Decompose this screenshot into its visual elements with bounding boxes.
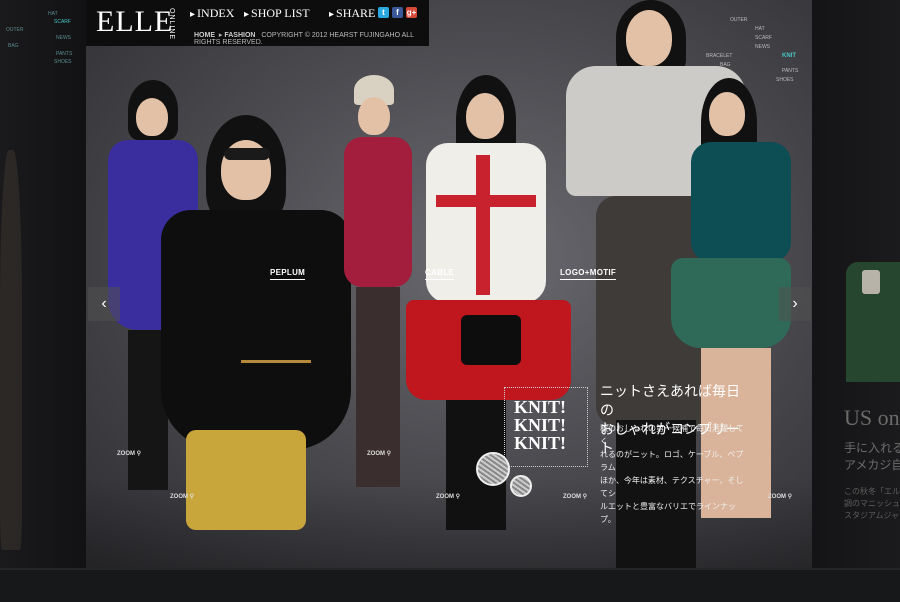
chevron-right-icon: ▸: [244, 9, 250, 20]
zoom-label: ZOOM: [170, 494, 188, 500]
zoom-button[interactable]: ZOOM ⚲: [563, 493, 587, 500]
zoom-button[interactable]: ZOOM ⚲: [117, 450, 141, 457]
yarn-ball-icon: [510, 475, 532, 497]
model-face: [358, 97, 390, 135]
right-preview-headline-line: 手に入れる: [844, 441, 900, 455]
left-map-item: NEWS: [56, 35, 71, 41]
magnifier-icon: ⚲: [189, 494, 195, 500]
magnifier-icon: ⚲: [582, 494, 588, 500]
model-outfit: [691, 142, 791, 262]
map-item-shoes[interactable]: SHOES: [776, 76, 798, 85]
header-bar: ELLE ONLINE ▸ INDEX ▸ SHOP LIST ▸ SHARE t f…: [86, 0, 429, 46]
zoom-label: ZOOM: [768, 494, 786, 500]
nav-index[interactable]: ▸ INDEX: [190, 6, 234, 21]
left-preview-panel[interactable]: HAT SCARF OUTER NEWS BAG PANTS SHOES: [0, 0, 86, 568]
category-cable[interactable]: CABLE: [425, 268, 455, 280]
model-face: [709, 92, 745, 136]
chevron-right-icon: ›: [792, 295, 798, 312]
cable-stripe: [476, 155, 490, 295]
model-face: [466, 93, 504, 139]
right-preview-title: US on: [844, 405, 900, 430]
nav-share: ▸ SHARE: [329, 6, 375, 21]
left-map-item: SCARF: [54, 19, 71, 25]
facebook-icon[interactable]: f: [392, 7, 403, 18]
zoom-button[interactable]: ZOOM ⚲: [170, 493, 194, 500]
left-mini-map: HAT SCARF OUTER NEWS BAG PANTS SHOES: [4, 10, 84, 66]
zoom-label: ZOOM: [436, 494, 454, 500]
zoom-button[interactable]: ZOOM ⚲: [367, 450, 391, 457]
right-preview-body-line: この秋冬「エル: [844, 487, 900, 496]
magnifier-icon: ⚲: [136, 451, 142, 457]
elle-logo-online: ONLINE: [168, 8, 175, 41]
next-arrow-button[interactable]: ›: [779, 287, 811, 321]
left-map-item: SHOES: [54, 59, 72, 65]
chevron-right-icon: ▸: [190, 9, 196, 20]
item-mini-map: OUTER HAT SCARF NEWS BRACELET BAG KNIT P…: [700, 16, 798, 85]
right-preview-headline-line: アメカジ自: [844, 458, 900, 472]
zoom-label: ZOOM: [563, 494, 581, 500]
right-preview-headline: 手に入れる アメカジ自: [844, 440, 900, 474]
zoom-label: ZOOM: [117, 451, 135, 457]
feature-body-line: れるのがニット。ロゴ、ケーブル、ペプラム: [600, 450, 744, 472]
black-handbag: [461, 315, 521, 365]
left-ghost-figure: [0, 150, 22, 550]
map-item-pants[interactable]: PANTS: [782, 67, 798, 76]
model-face: [626, 10, 672, 66]
breadcrumb-home[interactable]: HOME: [194, 32, 215, 39]
knit-title-line: KNIT!: [514, 433, 567, 453]
left-map-item: PANTS: [56, 51, 73, 57]
prev-arrow-button[interactable]: ‹: [88, 287, 120, 321]
sunglasses: [224, 148, 270, 160]
breadcrumb-fashion[interactable]: FASHION: [224, 32, 255, 39]
magnifier-icon: ⚲: [455, 494, 461, 500]
chevron-right-icon: ▸: [329, 9, 335, 20]
category-peplum[interactable]: PEPLUM: [270, 268, 306, 280]
knit-title: KNIT! KNIT! KNIT!: [514, 398, 566, 452]
left-map-item: BAG: [8, 43, 19, 49]
cable-stripe: [436, 195, 536, 207]
knit-title-line: KNIT!: [514, 415, 567, 435]
right-preview-body-line: スタジアムジャ: [844, 511, 900, 520]
zoom-label: ZOOM: [367, 451, 385, 457]
right-preview-body: この秋冬「エル 調のマニッシュ スタジアムジャ: [844, 486, 900, 522]
zoom-button[interactable]: ZOOM ⚲: [768, 493, 792, 500]
map-item-news[interactable]: NEWS: [755, 43, 798, 52]
right-preview-jacket: [846, 262, 900, 382]
nav-shop-list-label: SHOP LIST: [251, 6, 310, 20]
model-skirt: [186, 430, 306, 530]
model-legs: [356, 287, 400, 487]
model-outfit: [161, 210, 351, 450]
google-plus-icon[interactable]: g+: [406, 7, 417, 18]
nav-shop-list[interactable]: ▸ SHOP LIST: [244, 6, 310, 21]
map-item-outer[interactable]: OUTER: [730, 16, 798, 25]
map-item-scarf[interactable]: SCARF: [755, 34, 798, 43]
right-preview-body-line: 調のマニッシュ: [844, 499, 900, 508]
zoom-button[interactable]: ZOOM ⚲: [436, 493, 460, 500]
model-outfit: [344, 137, 412, 287]
elle-logo[interactable]: ELLE: [96, 5, 173, 39]
map-item-hat[interactable]: HAT: [755, 25, 798, 34]
bottom-bar: [0, 568, 900, 602]
feature-body-line: ルエットと豊富なバリエでラインナップ。: [600, 502, 736, 524]
feature-body: 秋のおしゃれの第一候補で毎日活躍してく れるのがニット。ロゴ、ケーブル、ペプラム…: [600, 422, 750, 526]
knit-title-line: KNIT!: [514, 397, 567, 417]
feature-body-line: ほか、今年は素材、テクスチャー、そしてシ: [600, 476, 744, 498]
breadcrumb: HOME ▸ FASHION COPYRIGHT © 2012 HEARST F…: [194, 32, 414, 46]
yarn-ball-icon: [476, 452, 510, 486]
left-map-item: OUTER: [6, 27, 24, 33]
magnifier-icon: ⚲: [787, 494, 793, 500]
map-item-knit[interactable]: KNIT: [782, 52, 798, 61]
model-skirt: [671, 258, 791, 348]
twitter-icon[interactable]: t: [378, 7, 389, 18]
magnifier-icon: ⚲: [386, 451, 392, 457]
chevron-left-icon: ‹: [101, 295, 107, 312]
nav-index-label: INDEX: [197, 6, 235, 20]
left-map-item: HAT: [48, 11, 58, 17]
chain-belt: [241, 360, 311, 363]
nav-share-label: SHARE: [336, 6, 376, 20]
feature-body-line: 秋のおしゃれの第一候補で毎日活躍してく: [600, 424, 744, 446]
feature-headline-line: ニットさえあれば毎日の: [600, 383, 740, 418]
category-logo-motif[interactable]: LOGO+MOTIF: [560, 268, 617, 280]
